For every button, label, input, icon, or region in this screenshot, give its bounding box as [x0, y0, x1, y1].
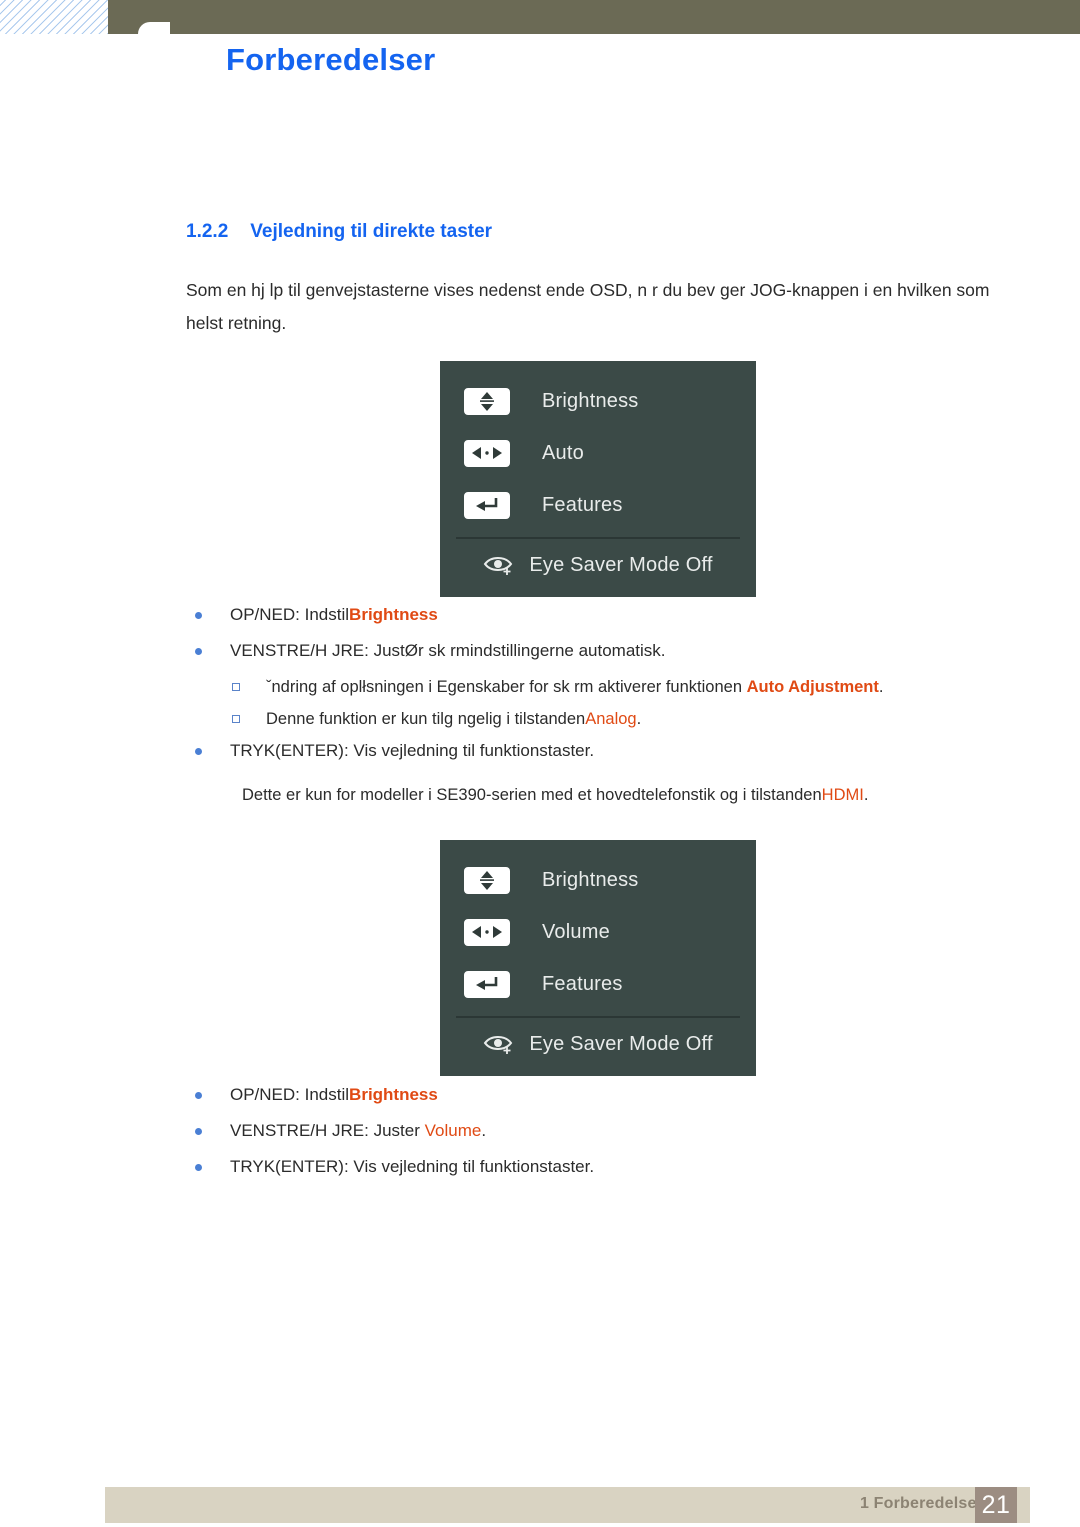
header-hatch-pattern — [0, 0, 108, 34]
list-item: TRYK(ENTER): Vis vejledning til funktion… — [186, 740, 1006, 762]
osd-menu-preview-1: Brightness Auto Features Eye Saver Mode … — [440, 361, 756, 597]
section-number: 1.2.2 — [186, 221, 229, 242]
osd-row: Brightness — [440, 854, 756, 906]
osd-row: Features — [440, 958, 756, 1010]
footer-chapter-label: 1 Forberedelser — [859, 1495, 983, 1512]
list-item-text: VENSTRE/H JRE: Juster — [230, 1121, 425, 1140]
sub-list-item-text: ˇndring af oplłsningen i Egenskaber for … — [266, 678, 747, 696]
eye-saver-icon — [484, 1036, 513, 1054]
list-item-tail: . — [481, 1121, 487, 1140]
osd-row: Auto — [440, 427, 756, 479]
enter-key-icon — [464, 970, 510, 998]
note-body: Dette er kun for modeller i SE390-serien… — [242, 786, 822, 804]
osd-row-label: Features — [542, 493, 623, 516]
list-item: OP/NED: IndstilBrightness — [186, 604, 1006, 626]
osd-menu-preview-2: Brightness Volume Features Eye Saver Mod… — [440, 840, 756, 1076]
bullet-list-two: OP/NED: IndstilBrightness VENSTRE/H JRE:… — [186, 1084, 1006, 1192]
osd-row-label: Brightness — [542, 868, 639, 891]
section-heading: 1.2.2 Vejledning til direkte taster — [186, 221, 492, 243]
list-item: TRYK(ENTER): Vis vejledning til funktion… — [186, 1156, 1006, 1178]
intro-paragraph: Som en hj lp til genvejstasterne vises n… — [186, 280, 990, 333]
osd-footer-row-1: Eye Saver Mode Off — [440, 539, 756, 597]
osd-row: Volume — [440, 906, 756, 958]
note-highlight: HDMI — [821, 786, 864, 804]
sub-list-item: ˇndring af oplłsningen i Egenskaber for … — [222, 676, 1006, 698]
sub-list-item-highlight: Analog — [585, 710, 637, 728]
osd-row-label: Volume — [542, 920, 610, 943]
leftright-key-icon — [464, 918, 510, 946]
list-item-highlight: Brightness — [349, 605, 438, 624]
sub-list-item-text: Denne funktion er kun tilg ngelig i tils… — [266, 710, 586, 728]
osd-row-label: Brightness — [542, 389, 639, 412]
eye-saver-icon — [484, 557, 513, 575]
leftright-key-icon — [464, 439, 510, 467]
header-notch-cutout — [138, 22, 170, 34]
bullet-list-one: OP/NED: IndstilBrightness VENSTRE/H JRE:… — [186, 604, 1006, 806]
list-item: OP/NED: IndstilBrightness — [186, 1084, 1006, 1106]
list-item-text: OP/NED: Indstil — [230, 605, 350, 624]
osd-row: Brightness — [440, 375, 756, 427]
sub-list-item-tail: . — [878, 678, 884, 696]
list-item-text: TRYK(ENTER): Vis vejledning til funktion… — [230, 1157, 595, 1176]
sub-list-item-highlight: Auto Adjustment — [746, 678, 879, 696]
osd-rows-1: Brightness Auto Features — [440, 361, 756, 535]
list-item-highlight: Brightness — [349, 1085, 438, 1104]
page-title: Forberedelser — [226, 42, 436, 77]
note-tail: . — [863, 786, 869, 804]
sub-list-item: Denne funktion er kun tilg ngelig i tils… — [222, 708, 1006, 730]
osd-row-label: Auto — [542, 441, 584, 464]
updown-key-icon — [464, 866, 510, 894]
page-header-band — [0, 0, 1080, 34]
osd-footer-label: Eye Saver Mode Off — [529, 553, 713, 576]
list-item: VENSTRE/H JRE: Juster Volume. — [186, 1120, 1006, 1142]
list-item-text: VENSTRE/H JRE: JustØr sk rmindstillinger… — [230, 641, 666, 660]
list-item: VENSTRE/H JRE: JustØr sk rmindstillinger… — [186, 640, 1006, 662]
osd-row-label: Features — [542, 972, 623, 995]
section-heading-text: Vejledning til direkte taster — [250, 221, 493, 242]
list-item-text: TRYK(ENTER): Vis vejledning til funktion… — [230, 741, 595, 760]
page-number: 21 — [981, 1490, 1011, 1519]
osd-footer-row-2: Eye Saver Mode Off — [440, 1018, 756, 1076]
osd-footer-label: Eye Saver Mode Off — [529, 1032, 713, 1055]
sub-list-item-tail: . — [636, 710, 642, 728]
osd-row: Features — [440, 479, 756, 531]
list-item-text: OP/NED: Indstil — [230, 1085, 350, 1104]
enter-key-icon — [464, 491, 510, 519]
header-color-bar — [108, 0, 1080, 34]
note-text: Dette er kun for modeller i SE390-serien… — [242, 784, 1006, 806]
updown-key-icon — [464, 387, 510, 415]
osd-rows-2: Brightness Volume Features — [440, 840, 756, 1014]
list-item-highlight: Volume — [424, 1121, 482, 1140]
